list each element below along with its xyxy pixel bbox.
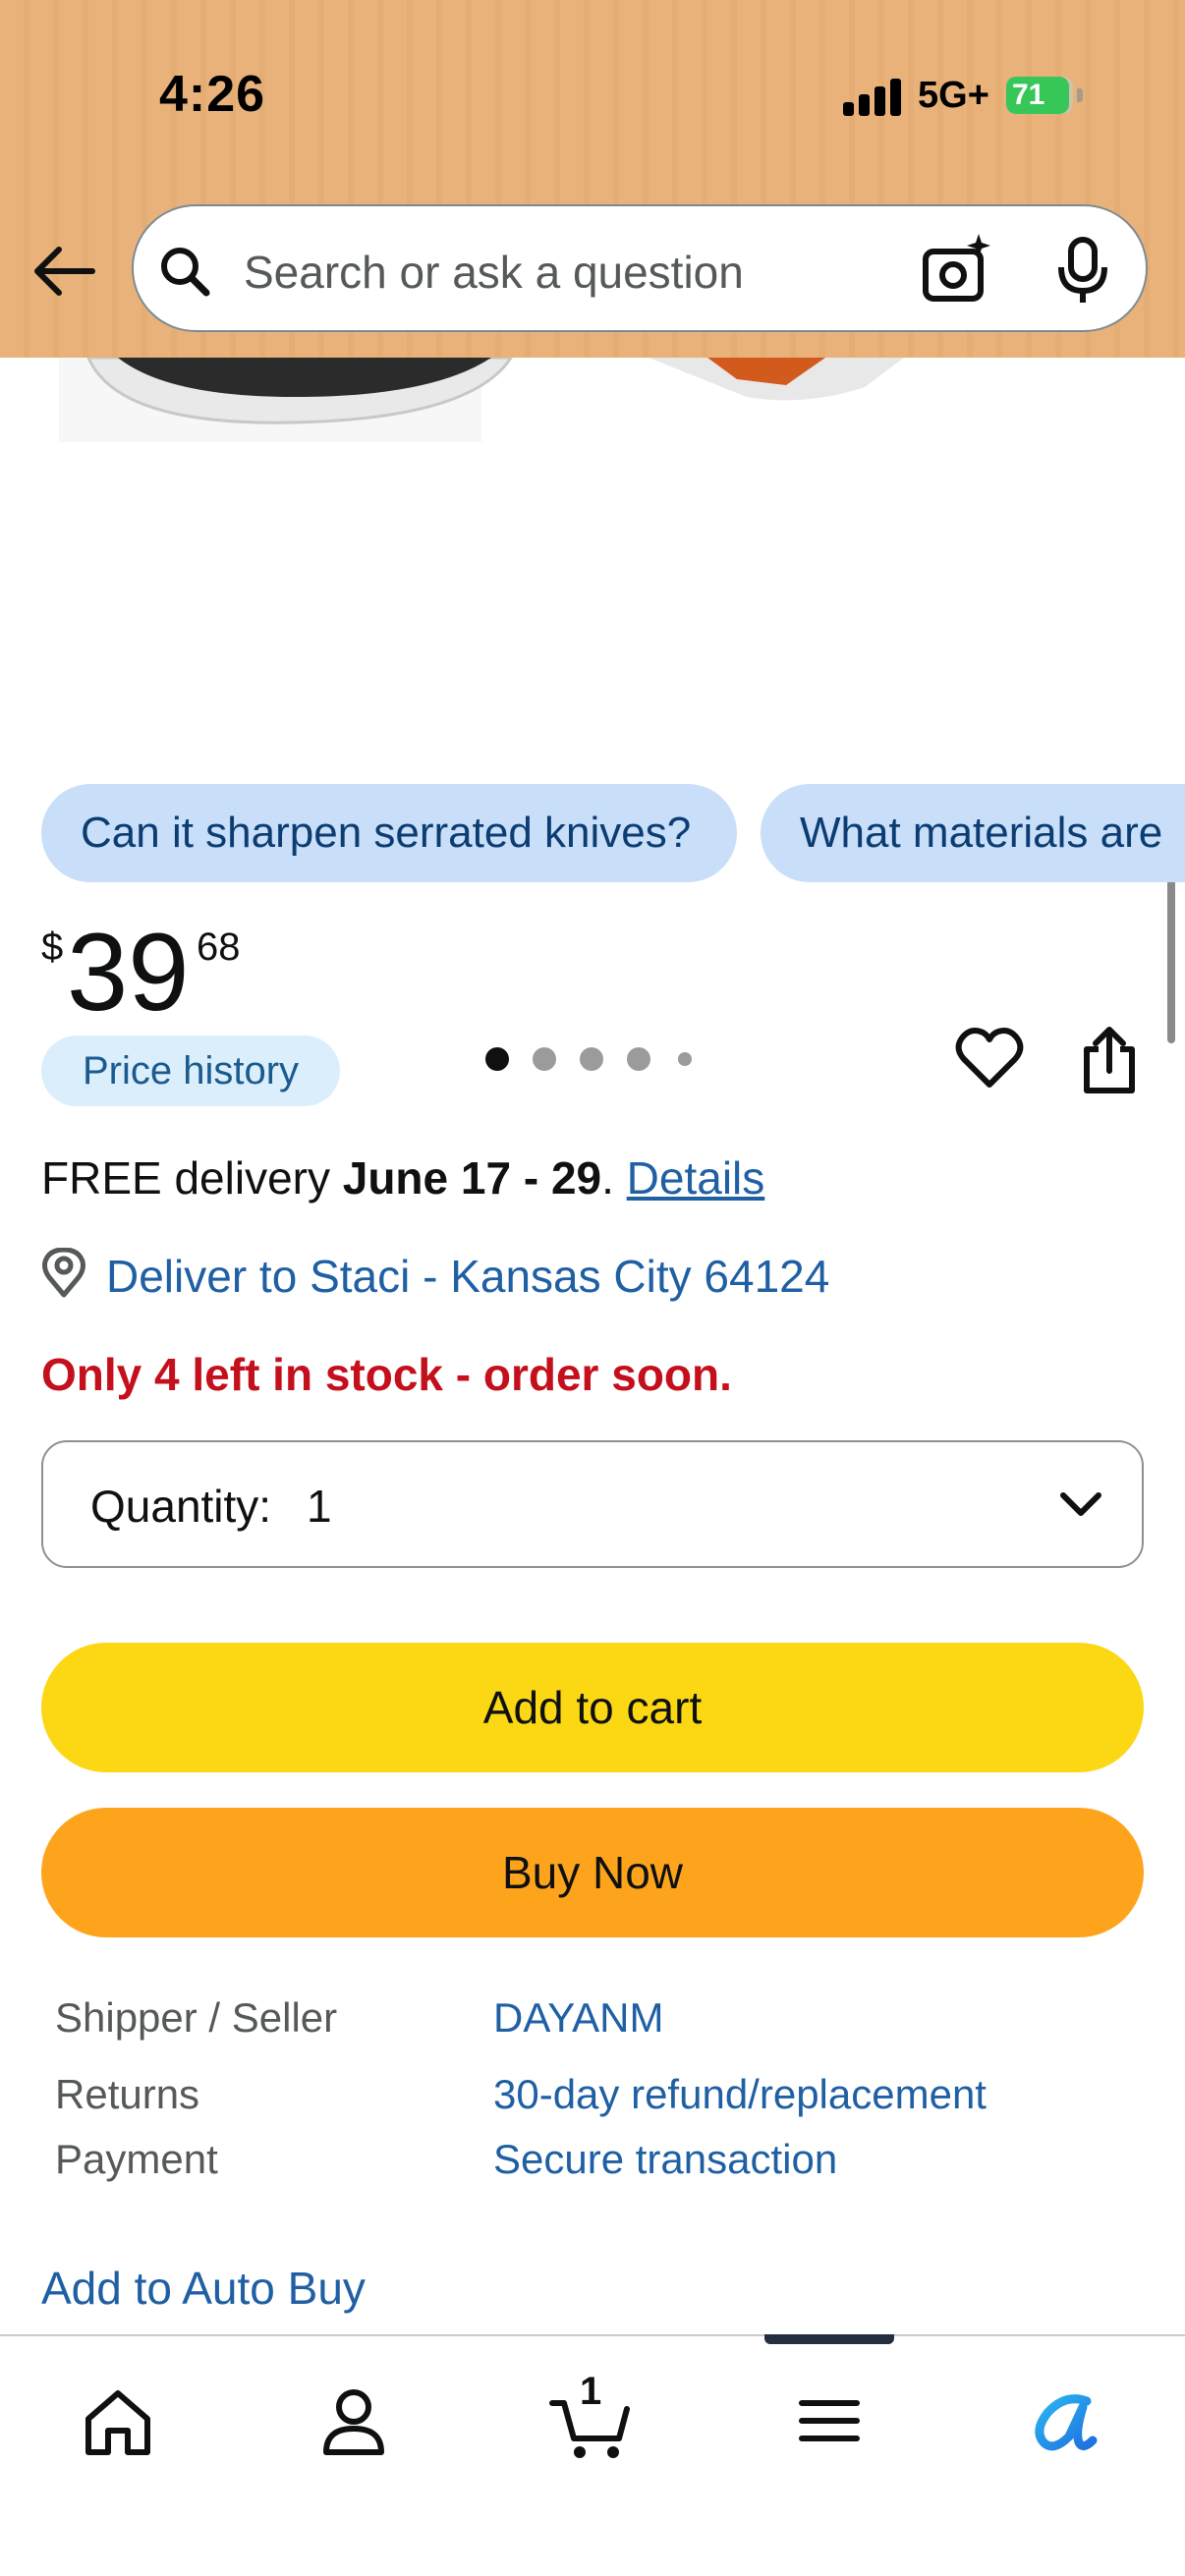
- seller-link[interactable]: DAYANM: [493, 1994, 663, 2042]
- quantity-label: Quantity:: [90, 1481, 272, 1532]
- returns-link[interactable]: 30-day refund/replacement: [493, 2071, 987, 2118]
- pager-dot[interactable]: [580, 1047, 603, 1071]
- quantity-select[interactable]: Quantity: 1: [41, 1440, 1144, 1568]
- price-history-button[interactable]: Price history: [41, 1036, 340, 1106]
- quantity-value: 1: [307, 1481, 332, 1532]
- search-placeholder: Search or ask a question: [244, 247, 744, 298]
- add-to-cart-button[interactable]: Add to cart: [41, 1643, 1144, 1772]
- product-image-gallery[interactable]: [0, 358, 1185, 1093]
- buy-now-button[interactable]: Buy Now: [41, 1808, 1144, 1937]
- chevron-down-icon: [1060, 1492, 1101, 1516]
- delivery-separator: .: [601, 1152, 627, 1204]
- deliver-to-link[interactable]: Deliver to Staci - Kansas City 64124: [106, 1250, 829, 1303]
- share-icon[interactable]: [1081, 1024, 1138, 1094]
- app-header: 4:26 5G+ 71 Search or ask a question: [0, 0, 1185, 358]
- delivery-info: FREE delivery June 17 - 29. Details: [41, 1151, 764, 1204]
- info-label: Returns: [55, 2071, 200, 2117]
- microphone-icon[interactable]: [1051, 236, 1114, 305]
- price-whole: 39: [67, 911, 190, 1034]
- bottom-navigation: 1: [0, 2334, 1185, 2576]
- stock-message: Only 4 left in stock - order soon.: [41, 1349, 732, 1400]
- pager-dot[interactable]: [533, 1047, 556, 1071]
- battery-tip: [1077, 88, 1083, 102]
- search-input[interactable]: Search or ask a question: [132, 204, 1148, 332]
- camera-sparkle-icon[interactable]: [920, 232, 994, 307]
- arrow-left-icon[interactable]: [29, 236, 100, 307]
- delivery-prefix: FREE delivery: [41, 1152, 343, 1204]
- suggested-questions: Can it sharpen serrated knives? What mat…: [0, 784, 1185, 884]
- question-chip[interactable]: What materials are: [761, 784, 1185, 882]
- pager-dot[interactable]: [627, 1047, 650, 1071]
- cellular-signal-icon: [843, 77, 902, 116]
- rufus-icon[interactable]: [1018, 2374, 1112, 2468]
- price-symbol: $: [41, 925, 64, 969]
- heart-icon[interactable]: [955, 1026, 1024, 1091]
- nav-active-indicator: [764, 2334, 894, 2344]
- pager-dot-active[interactable]: [485, 1047, 509, 1071]
- add-to-auto-buy-link[interactable]: Add to Auto Buy: [41, 2262, 366, 2315]
- delivery-dates: June 17 - 29: [342, 1152, 602, 1204]
- pager-dot[interactable]: [678, 1052, 692, 1066]
- menu-icon[interactable]: [782, 2374, 876, 2468]
- account-icon[interactable]: [307, 2374, 401, 2468]
- status-time: 4:26: [159, 66, 266, 123]
- product-image: [59, 358, 904, 442]
- cart-button[interactable]: 1: [546, 2370, 641, 2468]
- info-label: Payment: [55, 2136, 218, 2182]
- battery-icon: 71: [1006, 77, 1069, 114]
- info-label: Shipper / Seller: [55, 1994, 338, 2041]
- payment-link[interactable]: Secure transaction: [493, 2136, 837, 2183]
- details-link[interactable]: Details: [627, 1152, 765, 1204]
- network-type: 5G+: [918, 75, 989, 116]
- price-fraction: 68: [197, 925, 241, 969]
- search-icon: [161, 248, 210, 297]
- home-icon[interactable]: [71, 2374, 165, 2468]
- location-pin-icon: [42, 1248, 85, 1298]
- question-chip[interactable]: Can it sharpen serrated knives?: [41, 784, 737, 882]
- cart-count-badge: 1: [580, 2370, 602, 2413]
